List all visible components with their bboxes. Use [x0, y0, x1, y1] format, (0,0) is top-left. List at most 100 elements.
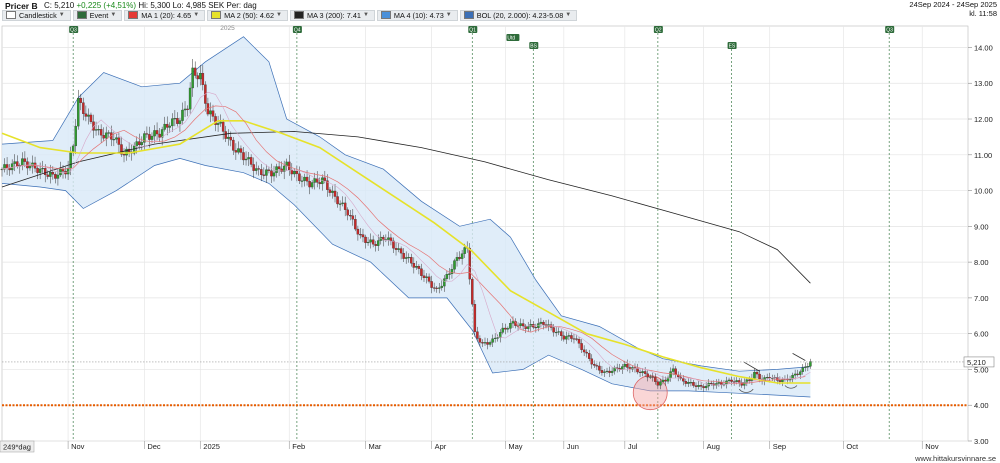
candle-body [270, 170, 273, 177]
candle-body [125, 148, 128, 156]
candle-body [427, 276, 431, 282]
candle-body [570, 335, 573, 339]
candle-body [38, 168, 42, 173]
candle-body [402, 252, 405, 259]
candle-body [575, 338, 578, 340]
candle-body [178, 120, 182, 124]
candle-body [303, 176, 306, 181]
legend-event[interactable]: Event ▼ [72, 9, 123, 21]
candle-body [366, 241, 370, 244]
candle-body [148, 134, 151, 140]
x-tick-label: Dec [147, 442, 161, 451]
candle-body [28, 165, 32, 169]
candle-body [87, 114, 90, 117]
x-tick-label: Aug [707, 442, 720, 451]
last-price-label: 5,210 [967, 358, 986, 367]
y-tick-label: 9.00 [974, 222, 989, 231]
legend-ma3[interactable]: MA 3 (200): 7.41 ▼ [289, 9, 375, 21]
legend-ma4[interactable]: MA 4 (10): 4.73 ▼ [376, 9, 458, 21]
chevron-down-icon: ▼ [276, 12, 282, 18]
candle-body [674, 368, 677, 375]
legend-label: MA 2 (50): 4.62 [224, 10, 275, 20]
candle-body [163, 123, 166, 130]
candle-body [77, 97, 80, 127]
candle-body [394, 248, 398, 250]
y-tick-label: 8.00 [974, 258, 989, 267]
y-tick-label: 4.00 [974, 401, 989, 410]
candle-body [471, 278, 474, 305]
candle-body [115, 137, 118, 140]
legend-label: MA 4 (10): 4.73 [393, 10, 444, 20]
candle-body [267, 169, 271, 171]
candle-body [415, 266, 418, 268]
candle-body [140, 142, 144, 146]
legend-bollinger[interactable]: BOL (20, 2.000): 4.23-5.08 ▼ [459, 9, 578, 21]
candle-body [145, 133, 149, 135]
candle-body [89, 114, 93, 122]
candle-body [244, 158, 248, 161]
x-tick-label: Nov [925, 442, 939, 451]
candle-body [354, 219, 357, 230]
candle-body [669, 371, 672, 378]
candle-body [94, 129, 98, 131]
candle-body [191, 67, 194, 89]
candle-body [587, 353, 591, 359]
candle-body [582, 349, 586, 353]
chevron-down-icon: ▼ [110, 12, 117, 18]
candle-body [331, 190, 334, 193]
candle-body [232, 139, 235, 151]
y-tick-label: 11.00 [974, 151, 992, 160]
x-tick-label: Sep [773, 442, 786, 451]
candle-body [560, 331, 563, 336]
candle-body [102, 135, 105, 139]
candle-body [186, 108, 189, 110]
candle-body [737, 380, 741, 383]
candle-body [272, 172, 276, 177]
candle-body [351, 215, 355, 220]
candle-body [748, 379, 751, 381]
candle-body [295, 170, 299, 174]
candle-body [333, 190, 337, 197]
event-label: Utd [507, 36, 515, 42]
candle-body [689, 382, 693, 384]
candle-body [504, 327, 507, 330]
candle-body [509, 323, 512, 329]
event-label: Q2 [655, 28, 662, 34]
candle-body [682, 378, 685, 382]
candle-body [10, 163, 14, 171]
candle-body [277, 166, 281, 170]
candle-body [188, 87, 192, 110]
candle-body [781, 379, 784, 382]
swatch-candlestick [6, 11, 16, 19]
candle-body [455, 257, 459, 261]
event-label: ES [729, 44, 736, 50]
candle-body [417, 266, 421, 269]
candle-body [430, 281, 433, 288]
candle-body [107, 132, 111, 134]
candle-body [371, 239, 375, 245]
candle-body [376, 240, 380, 246]
candle-body [328, 189, 332, 193]
candle-body [486, 342, 489, 345]
price-chart[interactable]: 3.004.005.006.007.008.009.0010.0011.0012… [0, 20, 1000, 454]
y-tick-label: 3.00 [974, 437, 989, 446]
legend-ma2[interactable]: MA 2 (50): 4.62 ▼ [207, 9, 288, 21]
candle-body [196, 75, 199, 80]
candle-body [511, 321, 515, 324]
swatch-ma3 [293, 11, 304, 19]
candle-body [709, 382, 713, 385]
candle-body [323, 177, 327, 181]
candle-body [664, 379, 667, 382]
candle-body [389, 237, 393, 242]
candle-body [346, 209, 349, 216]
candle-body [610, 370, 614, 373]
candle-body [435, 287, 438, 289]
candle-body [298, 173, 301, 181]
candle-body [638, 371, 642, 373]
candle-body [598, 365, 601, 371]
candle-body [237, 148, 240, 153]
legend-ma1[interactable]: MA 1 (20): 4.65 ▼ [124, 9, 206, 21]
candle-body [226, 136, 230, 139]
legend-candlestick[interactable]: Candlestick ▼ [2, 9, 71, 21]
candle-body [397, 248, 400, 250]
